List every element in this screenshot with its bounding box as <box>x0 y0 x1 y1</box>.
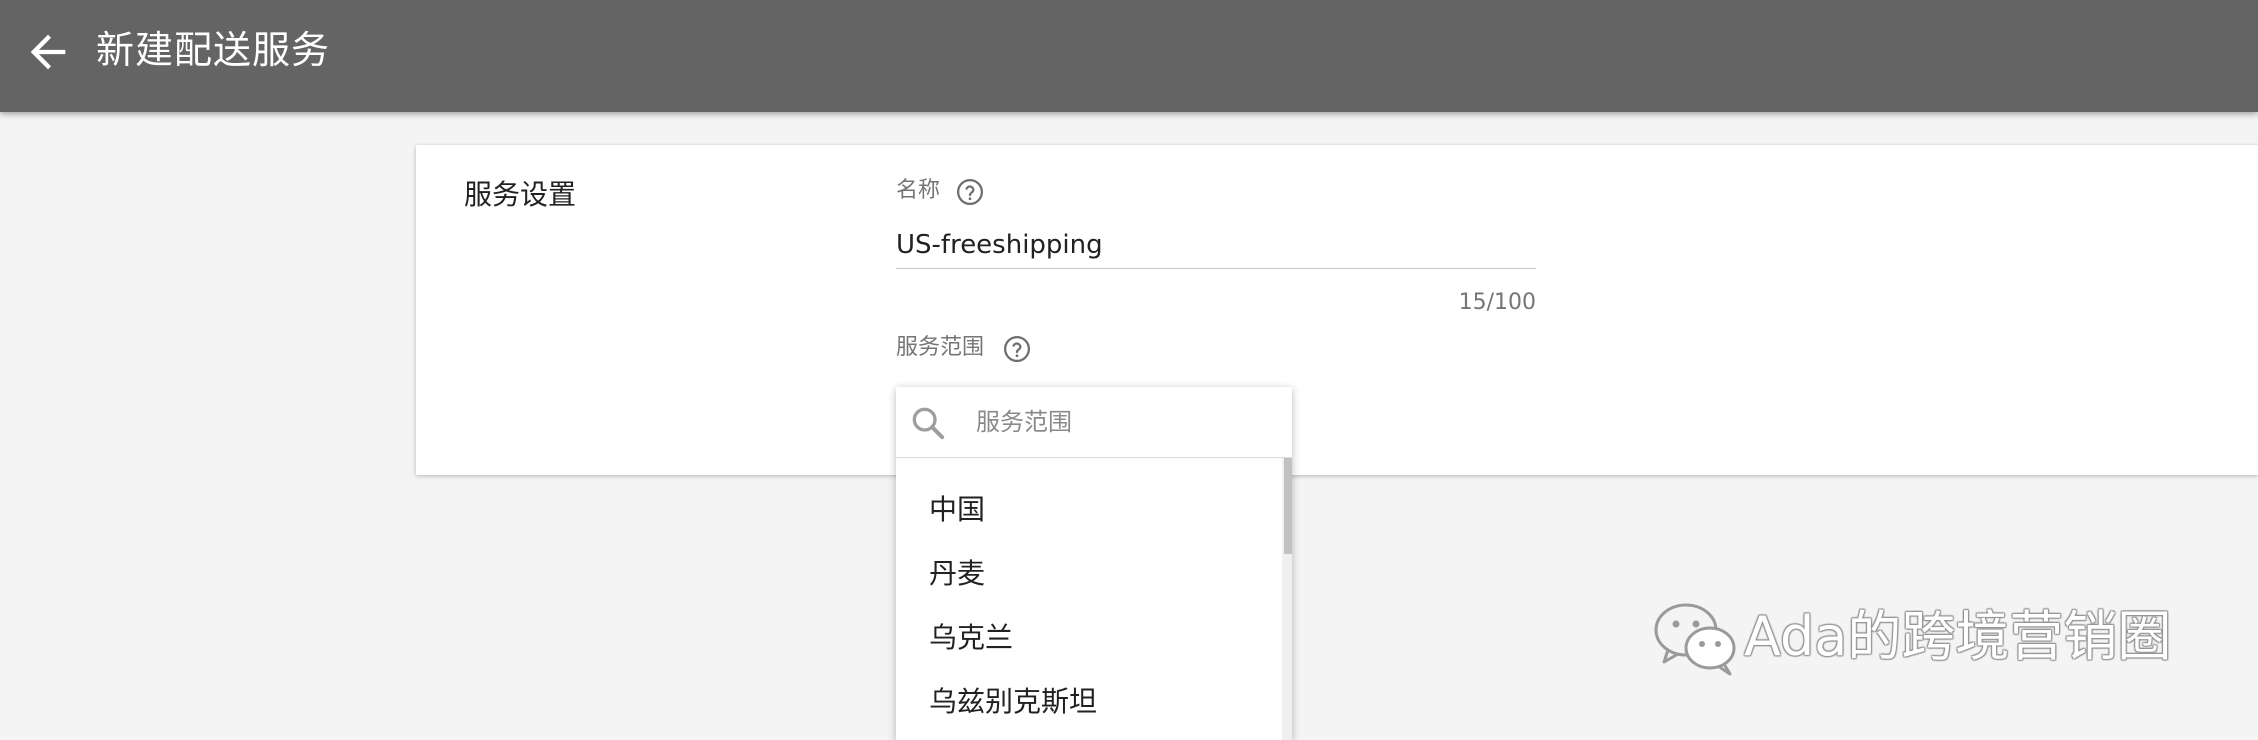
scope-label: 服务范围 <box>896 335 985 360</box>
scope-dropdown: 中国 丹麦 乌克兰 乌兹别克斯坦 <box>896 387 1292 740</box>
name-char-counter: 15/100 <box>1458 290 1536 315</box>
list-item[interactable]: 中国 <box>896 478 1282 542</box>
watermark-text: Ada的跨境营销圈 <box>1744 605 2172 668</box>
option-label: 中国 <box>929 493 986 526</box>
name-help-icon[interactable] <box>955 177 985 207</box>
name-input[interactable] <box>896 222 1536 269</box>
name-label: 名称 <box>896 178 941 203</box>
list-item[interactable]: 乌克兰 <box>896 606 1282 670</box>
scope-search-input[interactable] <box>976 401 1266 443</box>
section-title: 服务设置 <box>464 178 577 211</box>
option-label: 乌克兰 <box>929 621 1014 654</box>
question-circle-icon <box>1004 336 1030 362</box>
question-circle-icon <box>957 179 983 205</box>
back-button[interactable] <box>22 26 74 78</box>
wechat-icon <box>1648 598 1744 678</box>
scope-help-icon[interactable] <box>1002 334 1032 364</box>
list-item[interactable]: 丹麦 <box>896 542 1282 606</box>
page-title: 新建配送服务 <box>96 28 331 72</box>
scrollbar[interactable] <box>1282 458 1292 740</box>
search-icon <box>908 403 948 443</box>
scope-search-bar <box>896 387 1292 458</box>
option-label: 乌兹别克斯坦 <box>929 685 1098 718</box>
app-header: 新建配送服务 <box>0 0 2258 112</box>
scope-option-list: 中国 丹麦 乌克兰 乌兹别克斯坦 <box>896 458 1292 740</box>
arrow-left-icon <box>30 34 66 70</box>
option-label: 丹麦 <box>929 557 986 590</box>
scrollbar-thumb[interactable] <box>1284 458 1292 554</box>
list-item[interactable]: 乌兹别克斯坦 <box>896 670 1282 734</box>
watermark: Ada的跨境营销圈 <box>1648 598 2248 678</box>
service-settings-card: 服务设置 名称 15/100 服务范围 <box>416 145 2258 475</box>
